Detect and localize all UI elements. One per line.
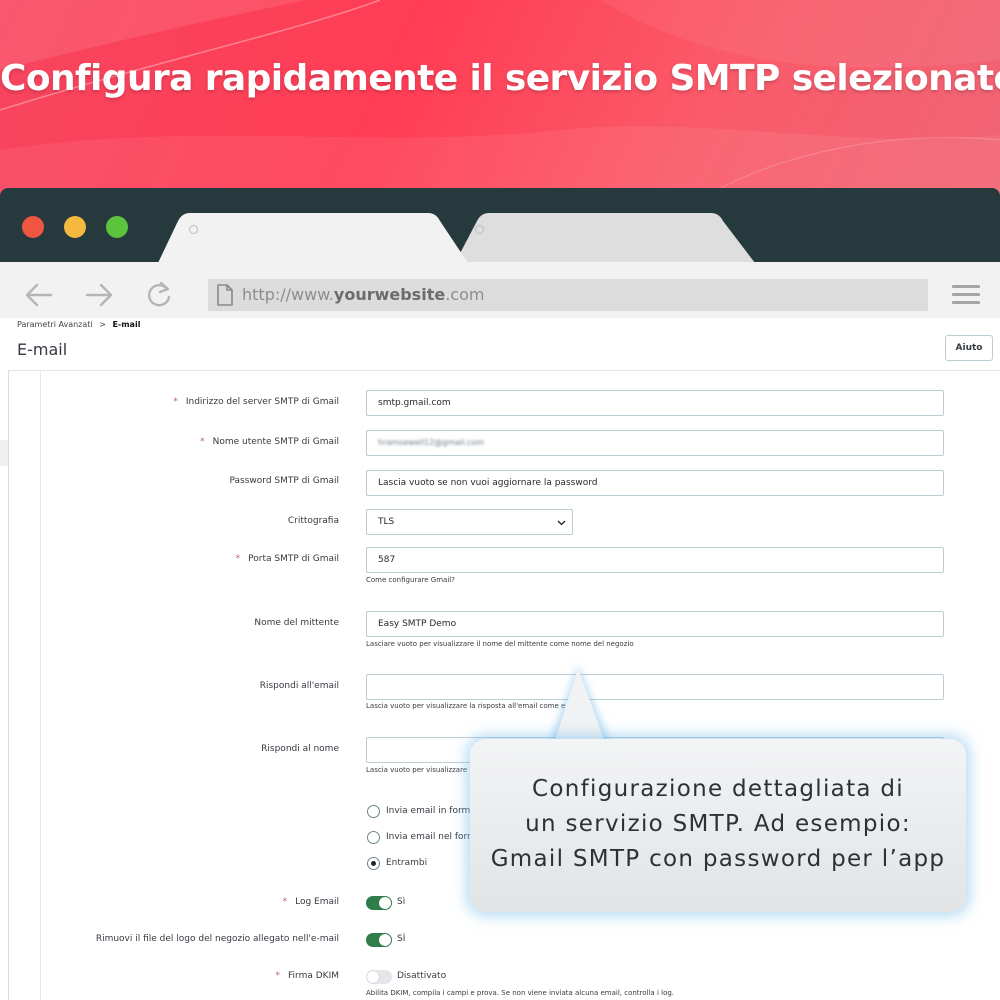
log-email-label: * Log Email bbox=[282, 897, 339, 907]
browser-tab-inactive[interactable] bbox=[455, 213, 755, 263]
back-arrow-icon[interactable] bbox=[24, 280, 54, 310]
radio-label-email-format-1: Invia email in forma bbox=[386, 806, 476, 816]
smtp-password-input[interactable]: Lascia vuoto se non vuoi aggiornare la p… bbox=[366, 470, 944, 496]
callout-box: Configurazione dettagliata di un servizi… bbox=[470, 739, 966, 912]
dkim-toggle[interactable] bbox=[366, 970, 392, 984]
address-bar[interactable]: http://www.yourwebsite.com bbox=[208, 279, 928, 311]
panel-border bbox=[40, 370, 41, 1000]
required-marker: * bbox=[282, 897, 288, 907]
dkim-label: * Firma DKIM bbox=[275, 971, 339, 981]
radio-email-format-1[interactable] bbox=[367, 805, 380, 818]
url-domain: yourwebsite bbox=[333, 285, 446, 304]
sender-name-label: Nome del mittente bbox=[254, 618, 339, 628]
required-marker: * bbox=[173, 397, 178, 407]
maximize-window-dot[interactable] bbox=[106, 216, 128, 238]
smtp-username-label: * Nome utente SMTP di Gmail bbox=[200, 437, 339, 447]
smtp-username-input[interactable]: hramsewell12@gmail.com bbox=[366, 430, 944, 456]
encryption-select[interactable]: TLS bbox=[366, 509, 573, 535]
dkim-help: Abilita DKIM, compila i campi e prova. S… bbox=[366, 989, 675, 997]
required-marker: * bbox=[235, 554, 241, 564]
breadcrumb: Parametri Avanzati > E-mail bbox=[17, 320, 140, 329]
reply-to-email-input[interactable] bbox=[366, 674, 944, 700]
sidebar-edge bbox=[0, 440, 8, 466]
encryption-label: Crittografia bbox=[287, 516, 339, 526]
page-title: E-mail bbox=[17, 340, 68, 359]
smtp-server-label: * Indirizzo del server SMTP di Gmail bbox=[173, 397, 339, 407]
gmail-config-link[interactable]: Come configurare Gmail? bbox=[366, 576, 455, 584]
smtp-port-input[interactable]: 587 bbox=[366, 547, 944, 573]
help-button[interactable]: Aiuto bbox=[945, 335, 993, 361]
smtp-server-input[interactable]: smtp.gmail.com bbox=[366, 390, 944, 416]
reply-to-name-help: Lascia vuoto per visualizzare bbox=[366, 766, 468, 774]
callout-text: Configurazione dettagliata di un servizi… bbox=[470, 772, 966, 877]
required-marker: * bbox=[200, 437, 205, 447]
radio-email-format-2[interactable] bbox=[367, 831, 380, 844]
smtp-port-label: * Porta SMTP di Gmail bbox=[235, 554, 339, 564]
dkim-state: Disattivato bbox=[397, 971, 447, 981]
callout-line-3: Gmail SMTP con password per l’app bbox=[490, 846, 946, 872]
smtp-password-label: Password SMTP di Gmail bbox=[229, 476, 340, 486]
browser-tab-active[interactable] bbox=[158, 213, 468, 263]
breadcrumb-current: E-mail bbox=[112, 320, 141, 329]
sender-name-help: Lasciare vuoto per visualizzare il nome … bbox=[366, 640, 634, 648]
required-marker: * bbox=[275, 971, 281, 981]
minimize-window-dot[interactable] bbox=[64, 216, 86, 238]
remove-logo-toggle[interactable] bbox=[366, 933, 392, 947]
reply-to-email-help: Lascia vuoto per visualizzare la rispost… bbox=[366, 702, 579, 710]
url-prefix: http://www. bbox=[242, 285, 334, 304]
forward-arrow-icon[interactable] bbox=[84, 280, 114, 310]
remove-logo-state: SÌ bbox=[397, 934, 406, 944]
reply-to-name-label: Rispondi al nome bbox=[261, 744, 339, 754]
remove-logo-label: Rimuovi il file del logo del negozio all… bbox=[95, 934, 339, 944]
url-suffix: .com bbox=[445, 285, 485, 304]
content-border bbox=[8, 370, 9, 1000]
log-email-state: Sì bbox=[397, 897, 406, 907]
breadcrumb-separator: > bbox=[99, 320, 106, 329]
banner-title: Configura rapidamente il servizio SMTP s… bbox=[0, 58, 1000, 99]
hero-banner: Configura rapidamente il servizio SMTP s… bbox=[0, 0, 1000, 200]
radio-email-format-both[interactable] bbox=[367, 857, 380, 870]
header-divider bbox=[8, 370, 1000, 371]
callout-line-1: Configurazione dettagliata di bbox=[532, 776, 904, 802]
url-text: http://www.yourwebsite.com bbox=[242, 285, 484, 304]
banner-wave-decoration bbox=[0, 0, 1000, 200]
sender-name-input[interactable]: Easy SMTP Demo bbox=[366, 611, 944, 637]
page-icon bbox=[217, 284, 233, 306]
radio-label-email-format-2: Invia email nel form bbox=[386, 832, 476, 842]
radio-label-email-format-both: Entrambi bbox=[386, 858, 428, 868]
reply-to-email-label: Rispondi all'email bbox=[259, 681, 339, 691]
log-email-toggle[interactable] bbox=[366, 896, 392, 910]
reload-icon[interactable] bbox=[145, 280, 173, 310]
close-window-dot[interactable] bbox=[22, 216, 44, 238]
chevron-down-icon bbox=[557, 520, 566, 526]
callout-line-2: un servizio SMTP. Ad esempio: bbox=[525, 811, 911, 837]
hamburger-menu-icon[interactable] bbox=[952, 285, 980, 305]
tab-favicon-icon bbox=[475, 225, 484, 234]
breadcrumb-parent[interactable]: Parametri Avanzati bbox=[17, 320, 93, 329]
tab-favicon-icon bbox=[189, 225, 198, 234]
